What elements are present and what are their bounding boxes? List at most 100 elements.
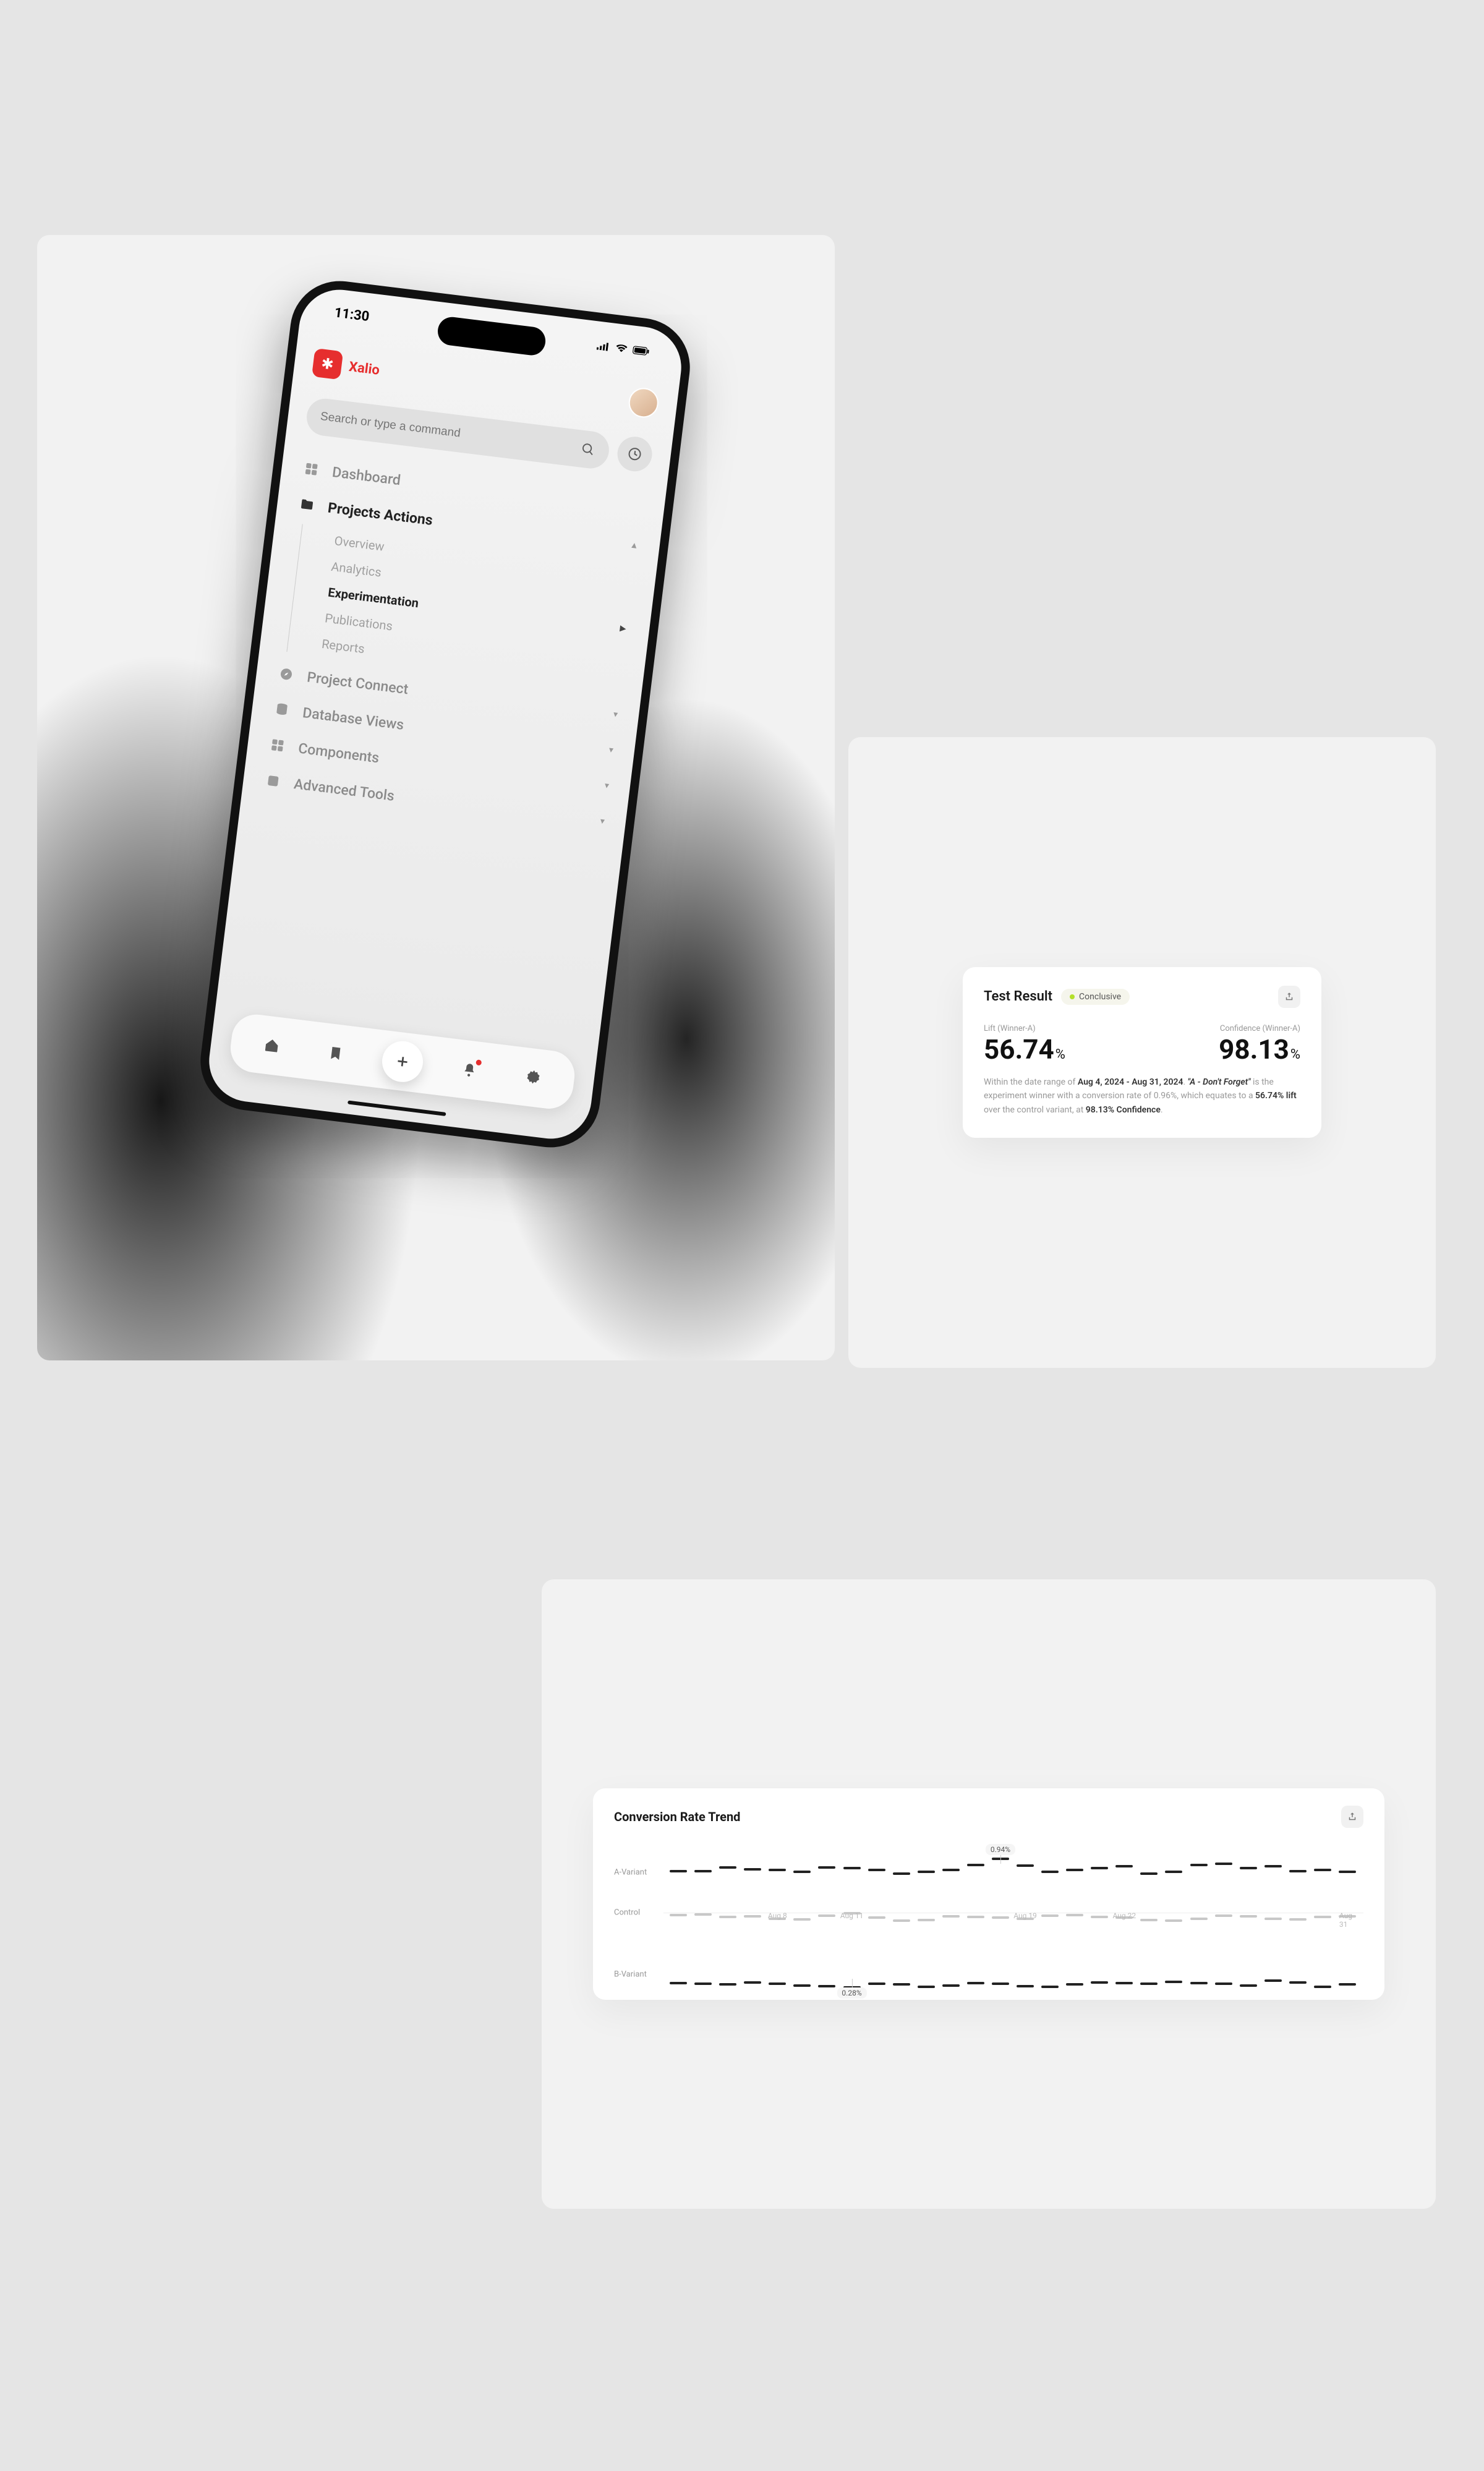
data-bar: [1215, 1982, 1232, 1985]
result-header: Test Result Conclusive: [984, 986, 1300, 1008]
data-bar: [719, 1866, 736, 1869]
caret-down-icon: ▾: [604, 780, 610, 791]
data-bar: [1091, 1916, 1108, 1918]
data-bar: [1240, 1915, 1257, 1918]
components-icon: [268, 736, 287, 755]
data-bar: [793, 1918, 811, 1921]
data-bar: [1041, 1914, 1059, 1917]
plus-icon: [394, 1052, 412, 1070]
data-bar: [694, 1870, 712, 1872]
chart-title: Conversion Rate Trend: [614, 1809, 740, 1824]
gear-icon: [524, 1069, 542, 1086]
share-icon: [1284, 991, 1295, 1002]
data-bar: [992, 1916, 1009, 1919]
data-bar: [893, 1919, 910, 1922]
data-bar: [1289, 1918, 1307, 1921]
cellular-icon: [596, 338, 612, 354]
data-bar: [1215, 1863, 1232, 1865]
brand-name: Xalio: [348, 359, 380, 378]
caret-down-icon: ▾: [608, 745, 614, 756]
chart-share-button[interactable]: [1341, 1806, 1363, 1828]
data-bar: [1264, 1865, 1282, 1867]
data-bar: [1289, 1870, 1307, 1872]
data-bar: [769, 1869, 786, 1871]
data-bar: [942, 1984, 960, 1987]
data-bar: [1066, 1983, 1083, 1986]
test-result-panel: Test Result Conclusive Lift (Winner-A) 5…: [848, 737, 1436, 1368]
data-bar: [967, 1864, 984, 1866]
data-bar: [1190, 1982, 1208, 1984]
data-bar: [719, 1983, 736, 1986]
data-bar: [893, 1983, 910, 1986]
data-bar: [1017, 1985, 1034, 1987]
data-bar: [719, 1916, 736, 1918]
result-description: Within the date range of Aug 4, 2024 - A…: [984, 1075, 1300, 1117]
nav-settings[interactable]: [514, 1059, 552, 1097]
nav-home[interactable]: [252, 1026, 291, 1065]
data-bar: [670, 1914, 687, 1916]
lift-metric: Lift (Winner-A) 56.74%: [984, 1024, 1065, 1063]
app-brand[interactable]: ✱ Xalio: [312, 348, 382, 385]
data-bar: [868, 1869, 885, 1871]
sidebar-menu: Dashboard Projects Actions ▲ Overview An…: [260, 452, 647, 838]
nav-bookmark[interactable]: [317, 1034, 355, 1072]
x-axis-label: Aug 31: [1339, 1911, 1355, 1929]
data-bar: [744, 1981, 761, 1984]
callout-low: 0.28%: [837, 1987, 866, 1999]
caret-up-icon: ▲: [629, 539, 639, 551]
sidebar-item-label: Project Connect: [306, 668, 409, 698]
data-bar: [1240, 1984, 1257, 1987]
dynamic-island: [436, 315, 547, 357]
database-icon: [272, 700, 291, 719]
sidebar-item-label: Database Views: [302, 704, 405, 733]
search-input[interactable]: [320, 410, 582, 456]
history-button[interactable]: [615, 435, 654, 473]
data-bar: [670, 1982, 687, 1984]
share-button[interactable]: [1278, 986, 1300, 1008]
status-time: 11:30: [333, 305, 370, 325]
avatar[interactable]: [627, 386, 660, 419]
data-bar: [1289, 1981, 1307, 1984]
chart-body: A-Variant Control B-Variant Aug 8Aug 11A…: [614, 1842, 1363, 1984]
data-bar: [1264, 1918, 1282, 1920]
home-icon: [263, 1036, 281, 1054]
clock-icon: [626, 446, 643, 463]
data-bar: [1165, 1919, 1182, 1922]
sidebar-item-label: Advanced Tools: [293, 775, 395, 804]
wifi-icon: [615, 340, 629, 356]
x-axis-label: Aug 19: [1013, 1911, 1037, 1920]
caret-down-icon: ▾: [600, 816, 605, 827]
data-bar: [1017, 1864, 1034, 1867]
data-bar: [1066, 1914, 1083, 1916]
data-bar: [793, 1871, 811, 1873]
data-bar: [744, 1868, 761, 1871]
data-bar: [1190, 1918, 1208, 1920]
caret-down-icon: ▾: [613, 709, 618, 720]
sidebar-item-label: Dashboard: [331, 463, 402, 488]
data-bar: [793, 1984, 811, 1987]
data-bar: [818, 1985, 835, 1987]
data-bar: [1314, 1869, 1331, 1871]
search-icon: [581, 442, 597, 458]
data-bar: [1264, 1979, 1282, 1982]
data-bar: [1240, 1867, 1257, 1869]
bookmark-icon: [326, 1044, 344, 1062]
nav-add[interactable]: [380, 1039, 425, 1085]
x-axis-label: Aug 22: [1113, 1911, 1136, 1920]
nav-bell[interactable]: [450, 1051, 488, 1089]
folder-icon: [297, 495, 317, 514]
data-bar: [967, 1916, 984, 1918]
chart-card: Conversion Rate Trend A-Variant Control …: [593, 1788, 1384, 2000]
data-bar: [670, 1870, 687, 1872]
metrics-row: Lift (Winner-A) 56.74% Confidence (Winne…: [984, 1024, 1300, 1063]
data-bar: [1339, 1871, 1356, 1873]
confidence-value: 98.13%: [1219, 1036, 1300, 1063]
data-bar: [1165, 1871, 1182, 1873]
compass-icon: [276, 665, 296, 684]
data-bar: [818, 1866, 835, 1869]
battery-icon: [632, 342, 651, 359]
badge-dot-icon: [1070, 994, 1075, 999]
grid-icon: [302, 459, 321, 479]
confidence-metric: Confidence (Winner-A) 98.13%: [1219, 1024, 1300, 1063]
data-bar: [868, 1982, 885, 1985]
